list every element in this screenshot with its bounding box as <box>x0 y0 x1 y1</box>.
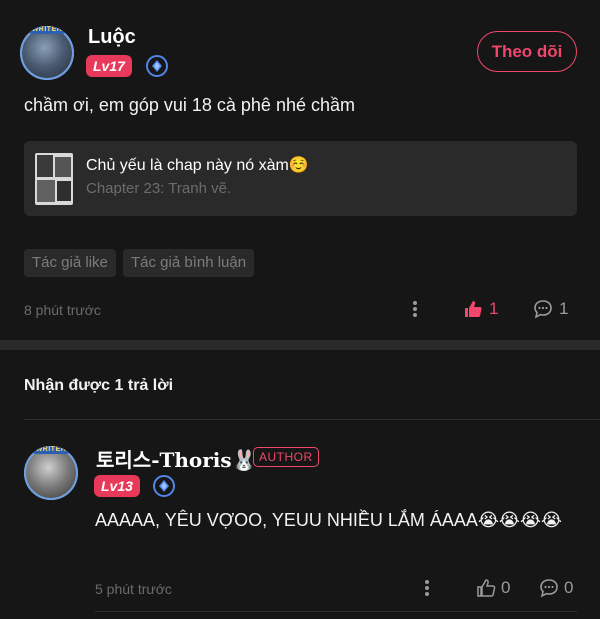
author-badge: AUTHOR <box>253 447 319 467</box>
avatar-frame-badge: WRITER <box>31 446 71 454</box>
diamond-gem-icon <box>146 55 168 77</box>
reply-button[interactable]: 1 <box>533 299 568 319</box>
comment-text: chầm ơi, em góp vui 18 cà phê nhé chầm <box>24 95 355 115</box>
diamond-gem-icon <box>153 475 175 497</box>
reply-time: 5 phút trước <box>95 581 172 597</box>
reply-user-avatar[interactable]: WRITER <box>24 446 78 500</box>
reply-username[interactable]: 토리스-Thoris🐰 <box>96 444 257 473</box>
bottom-divider <box>95 611 577 612</box>
chapter-thumbnail <box>35 153 73 205</box>
thumbs-up-icon <box>463 299 483 319</box>
reply-like-button[interactable]: 0 <box>476 578 510 598</box>
speech-bubble-icon <box>539 578 559 598</box>
reply-count: 1 <box>559 299 569 318</box>
chapter-card-title: Chủ yếu là chap này nó xàm☺️ <box>86 157 309 174</box>
reply-level-badge: Lv13 <box>94 475 140 497</box>
comment-time: 8 phút trước <box>24 302 101 318</box>
more-dots-icon[interactable] <box>419 577 435 603</box>
tag-author-like[interactable]: Tác giả like <box>24 249 116 277</box>
reply-text: AAAAA, YÊU VỢOO, YEUU NHIỀU LẮM ÁAAA😭😭😭😭 <box>95 510 563 530</box>
speech-bubble-icon <box>533 299 553 319</box>
comment-username[interactable]: Luộc <box>88 26 136 49</box>
reply-reply-button[interactable]: 0 <box>539 578 573 598</box>
like-count: 1 <box>489 299 499 318</box>
level-badge: Lv17 <box>86 55 132 77</box>
section-divider <box>0 340 600 350</box>
reply-reply-count: 0 <box>564 578 574 597</box>
user-avatar[interactable]: WRITER <box>20 26 74 80</box>
reply-like-count: 0 <box>501 578 511 597</box>
more-dots-icon[interactable] <box>407 298 423 324</box>
like-button[interactable]: 1 <box>463 299 498 319</box>
chapter-card-subtitle: Chapter 23: Tranh vẽ. <box>86 180 232 197</box>
avatar-frame <box>24 446 78 500</box>
replies-header: Nhận được 1 trả lời <box>24 377 174 394</box>
avatar-frame-badge: WRITER <box>27 26 67 34</box>
replies-divider <box>24 419 600 420</box>
chapter-card[interactable]: Chủ yếu là chap này nó xàm☺️ Chapter 23:… <box>24 141 577 216</box>
follow-button[interactable]: Theo dõi <box>477 31 577 72</box>
tag-author-commented[interactable]: Tác giả bình luận <box>123 249 255 277</box>
avatar-frame <box>20 26 74 80</box>
thumbs-up-icon <box>476 578 496 598</box>
